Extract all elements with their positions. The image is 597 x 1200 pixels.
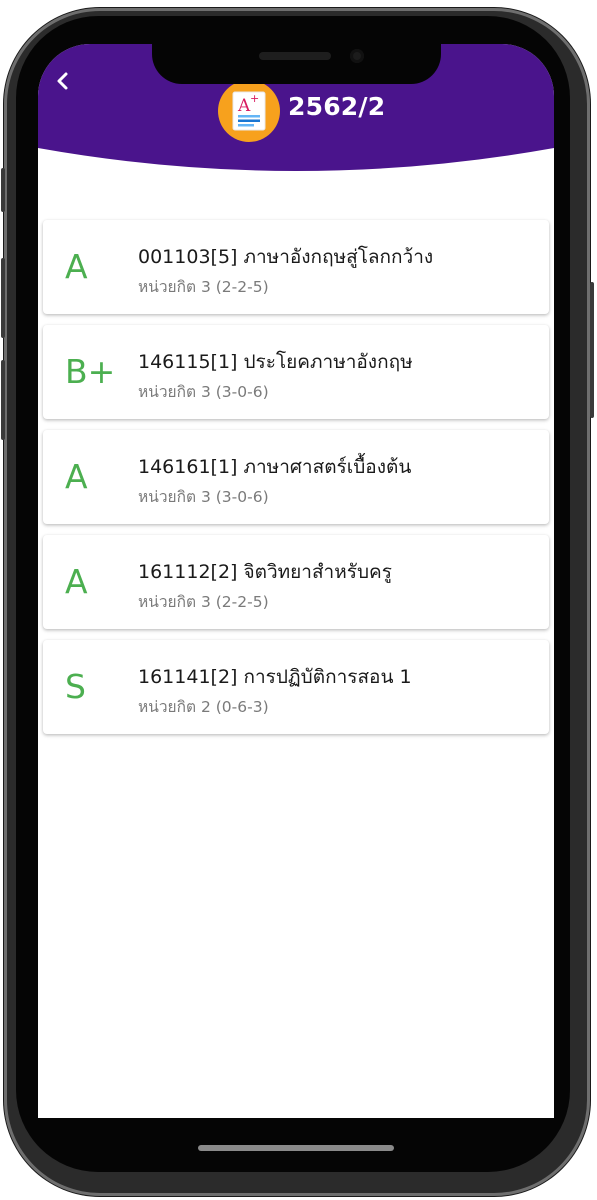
course-credit: หน่วยกิต 3 (2-2-5) [138, 593, 269, 611]
course-credit: หน่วยกิต 3 (2-2-5) [138, 278, 269, 296]
power-button [590, 282, 594, 418]
course-credit: หน่วยกิต 2 (0-6-3) [138, 698, 269, 716]
volume-up-button [1, 258, 5, 338]
course-name: 146115[1] ประโยคภาษาอังกฤษ [138, 351, 413, 373]
course-credit: หน่วยกิต 3 (3-0-6) [138, 488, 269, 506]
course-card[interactable]: B+ 146115[1] ประโยคภาษาอังกฤษ หน่วยกิต 3… [43, 325, 549, 419]
course-card[interactable]: A 146161[1] ภาษาศาสตร์เบื้องต้น หน่วยกิต… [43, 430, 549, 524]
course-grade: S [65, 667, 86, 706]
course-grade: A [65, 457, 88, 496]
course-card[interactable]: A 001103[5] ภาษาอังกฤษสู่โลกกว้าง หน่วยก… [43, 220, 549, 314]
course-name: 161141[2] การปฏิบัติการสอน 1 [138, 666, 412, 688]
course-card[interactable]: S 161141[2] การปฏิบัติการสอน 1 หน่วยกิต … [43, 640, 549, 734]
home-indicator[interactable] [198, 1145, 394, 1151]
silent-switch [1, 168, 5, 212]
course-name: 161112[2] จิตวิทยาสำหรับครู [138, 561, 392, 583]
course-name: 001103[5] ภาษาอังกฤษสู่โลกกว้าง [138, 246, 434, 268]
volume-down-button [1, 360, 5, 440]
course-grade: A [65, 247, 88, 286]
phone-notch [152, 44, 441, 84]
course-credit: หน่วยกิต 3 (3-0-6) [138, 383, 269, 401]
speaker-grill [259, 52, 331, 60]
course-grade: B+ [65, 352, 116, 391]
course-grade: A [65, 562, 88, 601]
front-camera [350, 49, 364, 63]
course-card[interactable]: A 161112[2] จิตวิทยาสำหรับครู หน่วยกิต 3… [43, 535, 549, 629]
course-name: 146161[1] ภาษาศาสตร์เบื้องต้น [138, 456, 412, 478]
course-list: A 001103[5] ภาษาอังกฤษสู่โลกกว้าง หน่วยก… [43, 220, 549, 745]
